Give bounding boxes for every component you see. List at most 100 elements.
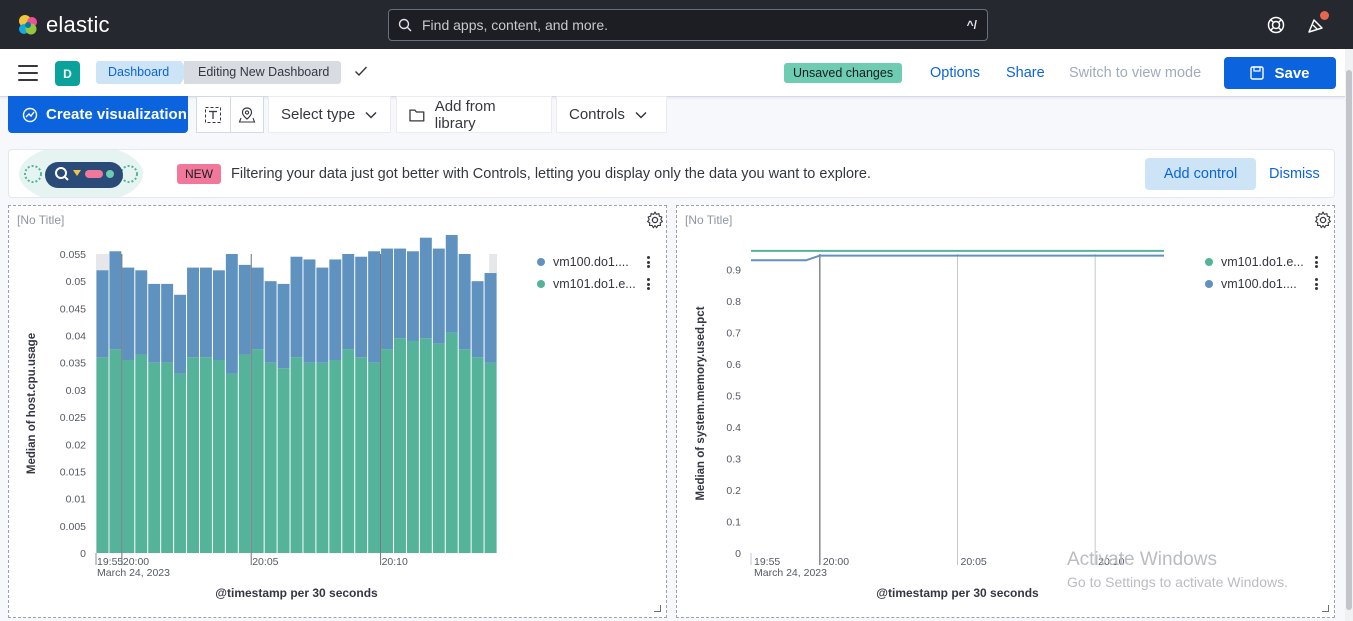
y-tick-label: 0 [80, 548, 86, 560]
bar [225, 373, 238, 553]
legend-item[interactable]: vm101.do1.e... [537, 273, 651, 295]
checkmark-icon[interactable] [354, 64, 368, 78]
help-icon[interactable] [1266, 15, 1286, 35]
resize-handle[interactable] [1322, 605, 1329, 612]
bar [199, 357, 212, 553]
legend-more-icon[interactable] [647, 278, 651, 290]
bar [484, 273, 497, 363]
bar [174, 294, 187, 374]
space-avatar[interactable]: D [55, 61, 80, 86]
chevron-down-icon [635, 111, 647, 119]
bar [290, 256, 303, 358]
legend-item[interactable]: vm100.do1.... [1205, 273, 1319, 295]
bar [212, 270, 225, 361]
bar [406, 340, 419, 553]
bar [148, 283, 161, 363]
add-control-button[interactable]: Add control [1145, 158, 1256, 190]
x-date-label: March 24, 2023 [754, 567, 827, 579]
bar [329, 259, 342, 361]
bar [199, 267, 212, 358]
legend-more-icon[interactable] [1315, 256, 1319, 268]
bar [406, 251, 419, 341]
create-visualization-button[interactable]: Create visualization [8, 96, 188, 133]
y-tick-label: 0.6 [726, 359, 741, 371]
bar [225, 254, 238, 374]
y-tick-label: 0.025 [60, 412, 86, 424]
panel-memory-usage: [No Title] 0.9 0.8 0.7 0.6 0.5 0.4 0.3 0.2 0.1 0 M… [676, 205, 1335, 618]
breadcrumb-dashboard[interactable]: Dashboard [96, 61, 190, 84]
bar [316, 362, 329, 553]
bar [471, 281, 484, 358]
bar [484, 362, 497, 553]
global-search-input[interactable]: Find apps, content, and more. ^/ [388, 9, 988, 41]
bar [277, 283, 290, 369]
y-tick-label: 0.02 [66, 439, 87, 451]
dismiss-link[interactable]: Dismiss [1269, 166, 1320, 182]
activate-windows-title: Activate Windows [1067, 549, 1217, 570]
activate-windows-subtitle: Go to Settings to activate Windows. [1067, 574, 1288, 590]
bar [445, 234, 458, 333]
chevron-down-icon [365, 111, 377, 119]
y-tick-label: 0.01 [66, 494, 87, 506]
x-tick-label: 20:05 [961, 556, 987, 568]
resize-handle[interactable] [654, 605, 661, 612]
bar [471, 357, 484, 553]
bar [135, 270, 148, 355]
bar [96, 270, 109, 358]
gear-icon[interactable] [645, 210, 665, 230]
callout-message: Filtering your data just got better with… [231, 166, 871, 182]
y-tick-label: 0.8 [726, 296, 741, 308]
page-scrollbar-thumb[interactable] [1346, 70, 1352, 610]
bar [419, 237, 432, 339]
dashboard-subheader: D Dashboard Editing New Dashboard Unsave… [0, 49, 1345, 97]
bar [135, 354, 148, 553]
save-button[interactable]: Save [1224, 57, 1336, 89]
search-shortcut: ^/ [966, 18, 977, 32]
bar [238, 354, 251, 553]
bar [432, 248, 445, 344]
bar [355, 357, 368, 553]
search-icon [398, 18, 412, 32]
y-tick-label: 0.4 [726, 422, 741, 434]
bar [238, 264, 251, 355]
visualize-app-icon [22, 107, 38, 122]
add-map-button[interactable] [231, 97, 264, 132]
search-placeholder: Find apps, content, and more. [422, 17, 608, 33]
menu-icon[interactable] [18, 65, 38, 81]
x-tick-label: 20:10 [382, 556, 408, 568]
bar [432, 343, 445, 553]
bar [251, 267, 264, 350]
top-header: elastic Find apps, content, and more. ^/ [0, 0, 1353, 49]
y-tick-label: 0.045 [60, 303, 86, 315]
controls-dropdown[interactable]: Controls [556, 96, 667, 133]
y-tick-label: 0.3 [726, 454, 741, 466]
select-type-dropdown[interactable]: Select type [268, 96, 391, 133]
share-link[interactable]: Share [1006, 65, 1045, 81]
x-tick-label: 20:05 [252, 556, 278, 568]
bar [251, 349, 264, 553]
elastic-logo[interactable]: elastic [16, 12, 110, 38]
unsaved-changes-badge: Unsaved changes [784, 63, 903, 83]
switch-to-view-mode-link[interactable]: Switch to view mode [1069, 65, 1201, 81]
y-tick-label: 0.5 [726, 391, 741, 403]
gear-icon[interactable] [1313, 210, 1333, 230]
legend-more-icon[interactable] [647, 256, 651, 268]
breadcrumb-current: Editing New Dashboard [184, 61, 342, 84]
options-link[interactable]: Options [930, 65, 980, 81]
elastic-logo-icon [19, 15, 37, 35]
controls-callout: NEW Filtering your data just got better … [8, 149, 1335, 198]
add-text-button[interactable] [197, 97, 231, 132]
create-visualization-label: Create visualization [46, 106, 187, 123]
legend-more-icon[interactable] [1315, 278, 1319, 290]
text-icon [205, 106, 222, 123]
y-tick-label: 0.7 [726, 328, 741, 340]
x-axis-title: @timestamp per 30 seconds [876, 586, 1039, 600]
notification-dot [1320, 11, 1329, 20]
legend-label: vm100.do1.... [1221, 277, 1297, 291]
legend-item[interactable]: vm100.do1.... [537, 251, 651, 273]
legend-item[interactable]: vm101.do1.e... [1205, 251, 1319, 273]
bar [187, 357, 199, 553]
add-from-library-button[interactable]: Add from library [396, 96, 552, 133]
bar [161, 283, 174, 363]
bar [122, 360, 135, 553]
